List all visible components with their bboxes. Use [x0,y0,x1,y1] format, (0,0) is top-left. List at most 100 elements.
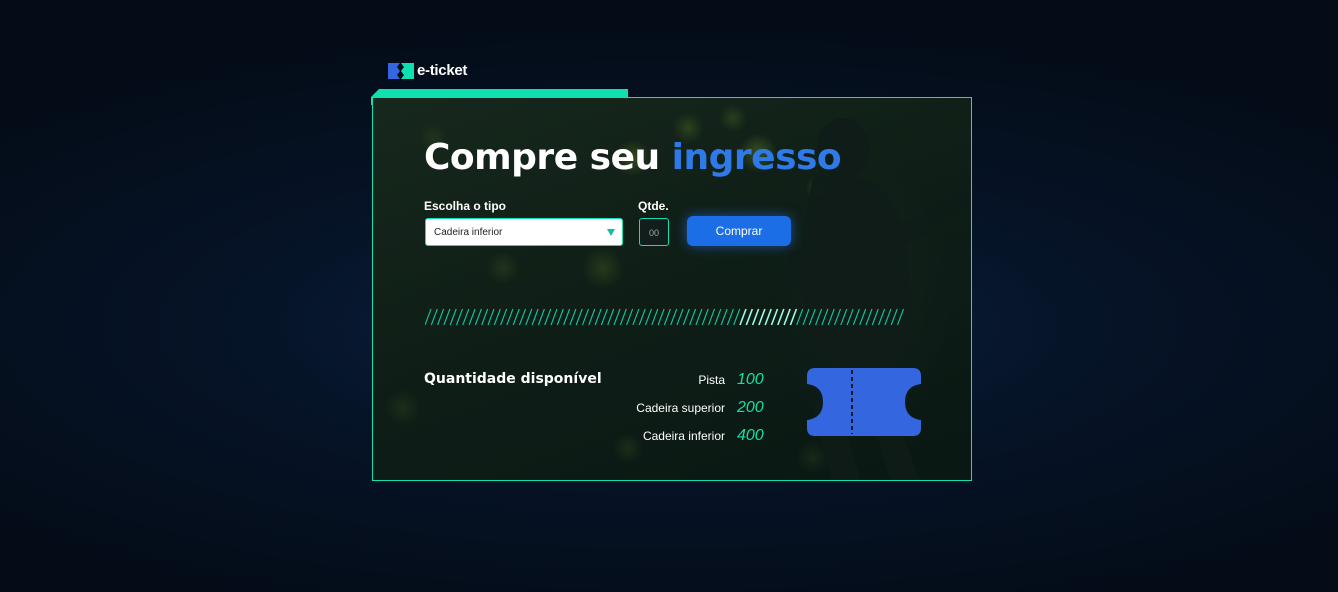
availability-row: Cadeira superior 200 [636,399,769,417]
hatch-stroke [550,308,558,326]
hatch-stroke [890,308,898,326]
title-main: Compre seu [424,137,660,178]
ticket-type-select[interactable]: Cadeira inferior [425,218,623,246]
availability-value: 200 [737,399,764,416]
hatch-stroke [840,308,848,326]
hatch-stroke [500,308,508,326]
availability-value: 400 [737,427,764,444]
hatch-stroke [525,308,533,326]
hatch-stroke [865,308,873,326]
hatch-stroke [758,308,766,326]
hatch-stroke [657,308,665,326]
hatch-stroke [852,308,860,326]
hatch-stroke [770,308,779,326]
hatch-stroke [751,308,760,326]
hatch-stroke [506,308,514,326]
hatch-stroke [594,308,602,326]
hatch-stroke [512,308,520,326]
hatch-stroke [896,308,905,326]
availability-title: Quantidade disponível [424,371,602,387]
hatch-stroke [425,308,432,326]
hatch-stroke [619,308,627,326]
hatch-stroke [701,308,709,326]
hatch-stroke [670,308,678,326]
hatch-stroke [588,308,596,326]
qty-label: Qtde. [638,199,669,213]
hatch-stroke [569,308,577,326]
hatch-stroke [581,308,590,326]
hatch-stroke [827,308,835,326]
hatch-stroke [764,308,772,326]
hatch-divider [425,308,905,326]
hatch-stroke [626,308,634,326]
hatch-stroke [878,308,886,326]
hatch-stroke [663,308,671,326]
ticket-logo-icon [388,62,414,79]
buy-button[interactable]: Comprar [687,216,791,246]
hatch-stroke [613,308,621,326]
hatch-stroke [474,308,482,326]
hatch-stroke [676,308,684,326]
hatch-stroke [859,308,867,326]
hatch-stroke [783,308,791,326]
hatch-stroke [493,308,501,326]
hatch-stroke [833,308,842,326]
type-label: Escolha o tipo [424,199,507,213]
hatch-stroke [682,308,690,326]
hatch-stroke [468,308,476,326]
hatch-stroke [821,308,829,326]
hatch-stroke [796,308,804,326]
availability-row: Pista 100 [698,371,769,389]
chevron-down-icon [607,229,615,236]
hatch-stroke [846,308,854,326]
availability-value: 100 [737,371,764,388]
hatch-stroke [537,308,545,326]
hatch-stroke [518,308,527,326]
availability-name: Cadeira superior [636,401,725,415]
hatch-stroke [449,308,457,326]
brand-logo[interactable]: e-ticket [388,62,467,79]
hatch-stroke [443,308,451,326]
purchase-card: Compre seu ingresso Escolha o tipo Cadei… [372,97,972,481]
title-accent: ingresso [671,137,842,178]
hatch-stroke [632,308,640,326]
hatch-stroke [815,308,823,326]
hatch-stroke [644,308,653,326]
hatch-stroke [871,308,879,326]
hatch-stroke [607,308,615,326]
quantity-input[interactable]: 00 [639,218,669,246]
hatch-stroke [707,308,716,326]
hatch-stroke [430,308,438,326]
hatch-stroke [739,308,747,326]
hatch-stroke [563,308,571,326]
hatch-stroke [808,308,816,326]
hatch-stroke [714,308,722,326]
hatch-stroke [531,308,539,326]
hatch-stroke [455,308,464,326]
hatch-stroke [689,308,697,326]
hatch-stroke [556,308,564,326]
hatch-stroke [462,308,470,326]
hatch-stroke [651,308,659,326]
hatch-stroke [789,308,798,326]
hatch-stroke [720,308,728,326]
quantity-placeholder: 00 [648,228,659,238]
ticket-icon [807,368,921,436]
hatch-stroke [802,308,810,326]
ticket-type-value: Cadeira inferior [434,226,503,238]
brand-name: e-ticket [417,62,468,79]
hatch-stroke [487,308,495,326]
availability-name: Pista [698,373,725,387]
hatch-stroke [575,308,583,326]
hatch-stroke [726,308,734,326]
hatch-stroke [600,308,608,326]
hatch-stroke [733,308,741,326]
hatch-stroke [544,308,552,326]
hatch-stroke [481,308,489,326]
hatch-stroke [695,308,703,326]
availability-row: Cadeira inferior 400 [643,427,769,445]
hatch-stroke [777,308,785,326]
availability-name: Cadeira inferior [642,429,725,443]
hatch-stroke [745,308,754,326]
page-title: Compre seu ingresso [424,137,842,178]
